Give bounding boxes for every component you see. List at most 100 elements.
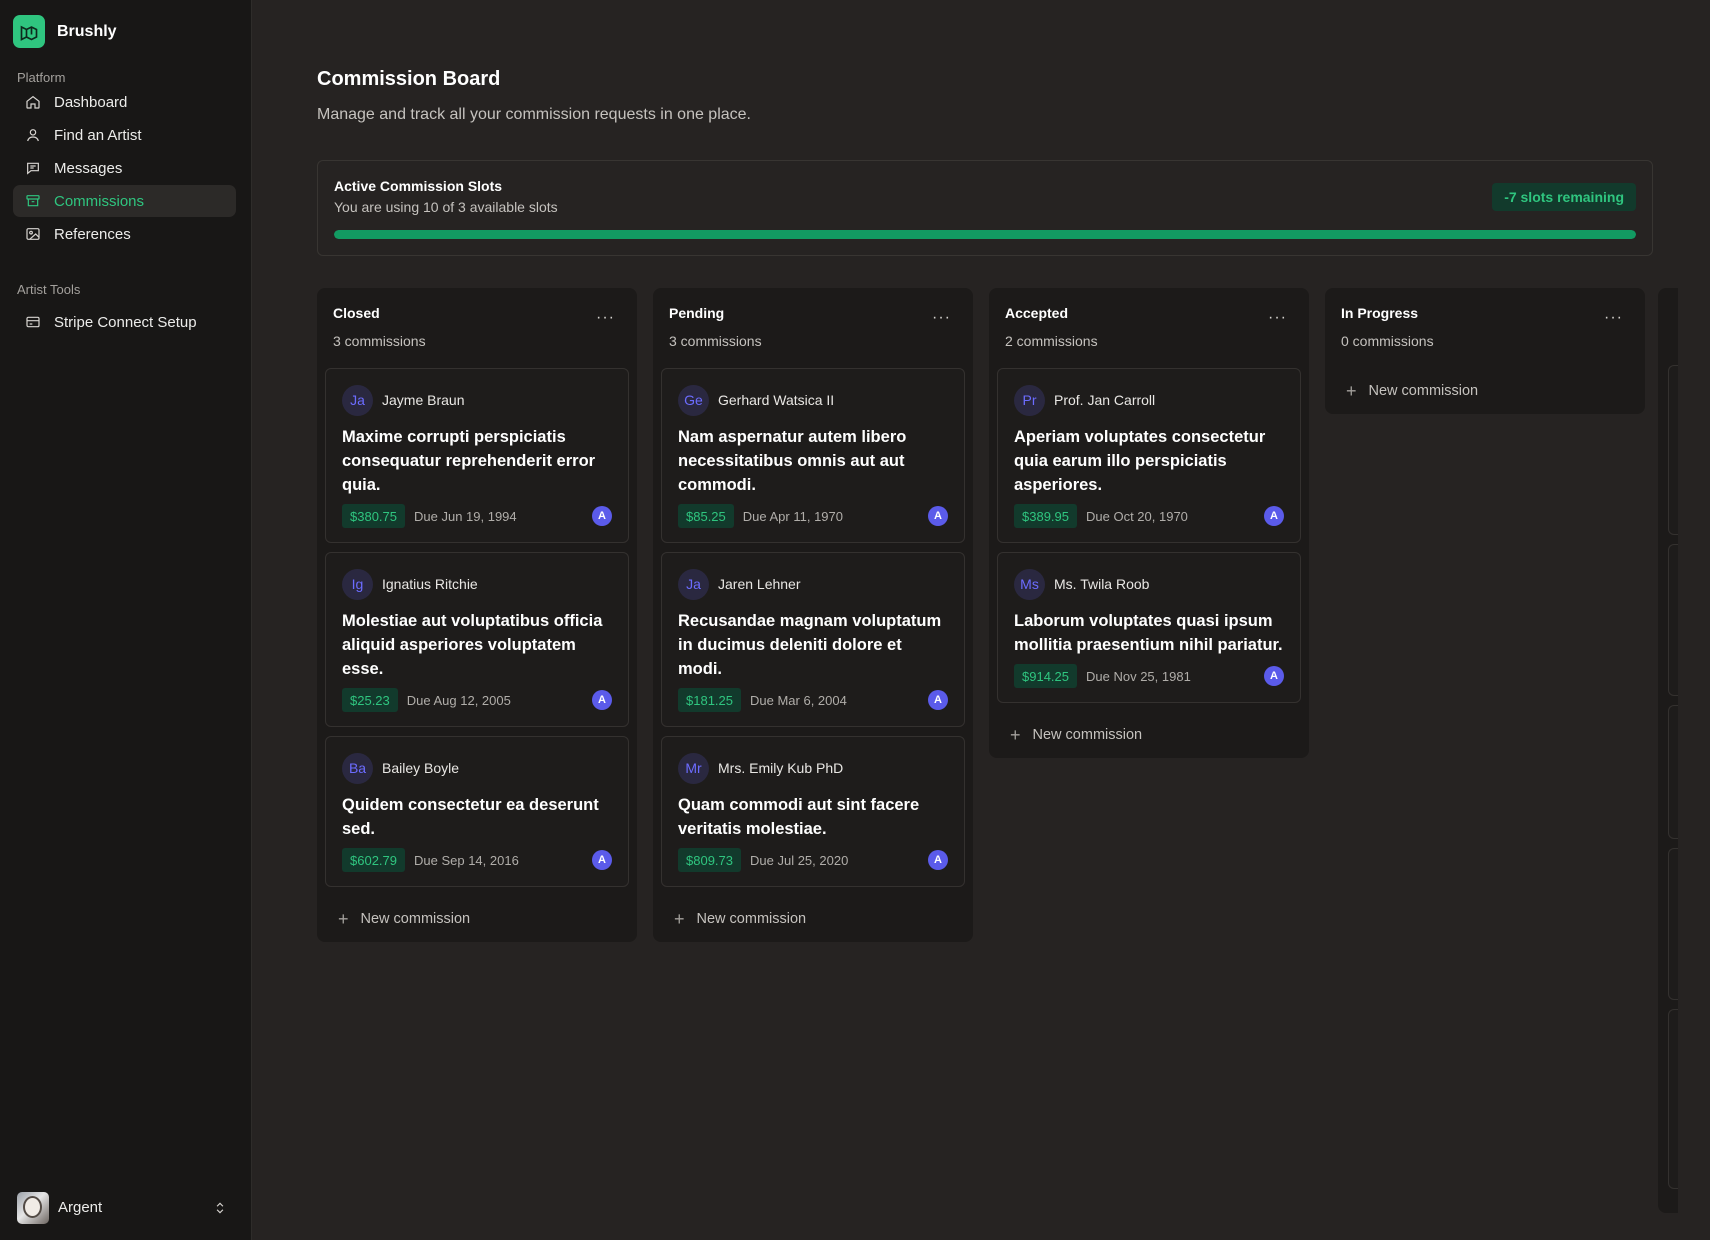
new-commission-button[interactable]: + New commission [317, 896, 637, 942]
main-content: Commission Board Manage and track all yo… [252, 0, 1710, 1240]
commission-title: Recusandae magnam voluptatum in ducimus … [678, 612, 942, 678]
brand[interactable]: Brushly [13, 15, 117, 48]
board-column-1: Closed 3 commissions ··· Ja Jayme Braun Maxim… [317, 288, 637, 942]
client-row: Ge Gerhard Watsica II [678, 384, 948, 416]
assignee-avatar: A [592, 506, 612, 526]
column-header: In Progress 0 commissions ··· [1325, 288, 1645, 368]
commission-meta: $389.95 Due Oct 20, 1970 A [1014, 504, 1284, 528]
assignee-avatar: A [592, 850, 612, 870]
image-icon [26, 228, 40, 240]
price-badge: $914.25 [1014, 664, 1077, 688]
sidebar-item-stripe-connect[interactable]: Stripe Connect Setup [13, 306, 236, 338]
client-avatar: Ge [678, 384, 709, 416]
credit-card-icon [26, 316, 40, 328]
column-count: 3 commissions [333, 333, 426, 349]
sidebar-item-dashboard[interactable]: Dashboard [13, 86, 236, 118]
sidebar-item-references[interactable]: References [13, 218, 236, 250]
assignee-avatar: A [1264, 506, 1284, 526]
due-date: Due Nov 25, 1981 [1086, 668, 1191, 684]
price-badge: $602.79 [342, 848, 405, 872]
slots-remaining-badge: -7 slots remaining [1492, 183, 1636, 211]
chevron-up-down-icon [216, 1202, 224, 1213]
assignee-avatar: A [592, 690, 612, 710]
sidebar-item-label: Stripe Connect Setup [54, 313, 197, 331]
sidebar-item-label: Commissions [54, 192, 145, 210]
card-stub [1668, 544, 1678, 696]
client-name: Gerhard Watsica II [718, 392, 835, 408]
user-icon [27, 129, 39, 142]
commission-card[interactable]: Ba Bailey Boyle Quidem consectetur ea dese… [325, 736, 629, 887]
commission-title: Maxime corrupti perspiciatis consequatur… [342, 428, 596, 494]
column-title: Closed [333, 305, 380, 321]
commission-title: Molestiae aut voluptatibus officia aliqu… [342, 612, 603, 678]
new-commission-button[interactable]: + New commission [989, 712, 1309, 758]
commission-meta: $809.73 Due Jul 25, 2020 A [678, 848, 948, 872]
price-badge: $181.25 [678, 688, 741, 712]
sidebar-item-commissions[interactable]: Commissions [13, 185, 236, 217]
price-badge: $85.25 [678, 504, 734, 528]
client-row: Mr Mrs. Emily Kub PhD [678, 752, 948, 784]
commission-card[interactable]: Ms Ms. Twila Roob Laborum voluptates quasi… [997, 552, 1301, 703]
client-avatar: Pr [1014, 384, 1045, 416]
column-count: 3 commissions [669, 333, 762, 349]
sidebar: Brushly Platform Dashboard Find an Artis… [0, 0, 252, 1240]
price-badge: $389.95 [1014, 504, 1077, 528]
chat-icon [27, 162, 39, 175]
client-row: Pr Prof. Jan Carroll [1014, 384, 1284, 416]
column-title: In Progress [1341, 305, 1419, 321]
new-commission-button[interactable]: + New commission [1325, 368, 1645, 414]
assignee-avatar: A [928, 850, 948, 870]
board-column-partial [1658, 288, 1678, 1213]
client-row: Ig Ignatius Ritchie [342, 568, 612, 600]
commission-card[interactable]: Ge Gerhard Watsica II Nam aspernatur autem… [661, 368, 965, 543]
column-title: Pending [669, 305, 725, 321]
price-badge: $25.23 [342, 688, 398, 712]
sidebar-item-messages[interactable]: Messages [13, 152, 236, 184]
column-menu-icon[interactable]: ··· [1604, 309, 1623, 327]
slots-title: Active Commission Slots [334, 178, 503, 194]
column-count: 2 commissions [1005, 333, 1098, 349]
new-commission-label: New commission [1032, 727, 1143, 743]
archive-icon [26, 195, 40, 207]
commission-slots-panel: Active Commission Slots You are using 10… [317, 160, 1653, 256]
sidebar-item-find-artist[interactable]: Find an Artist [13, 119, 236, 151]
client-avatar: Ja [678, 568, 709, 600]
client-row: Ms Ms. Twila Roob [1014, 568, 1284, 600]
commission-card[interactable]: Ja Jaren Lehner Recusandae magnam voluptat… [661, 552, 965, 727]
client-name: Prof. Jan Carroll [1054, 392, 1156, 408]
assignee-avatar: A [928, 690, 948, 710]
column-menu-icon[interactable]: ··· [1268, 309, 1287, 327]
due-date: Due Jun 19, 1994 [414, 508, 517, 524]
commission-meta: $181.25 Due Mar 6, 2004 A [678, 688, 948, 712]
column-menu-icon[interactable]: ··· [932, 309, 951, 327]
client-name: Mrs. Emily Kub PhD [718, 760, 844, 776]
new-commission-label: New commission [360, 911, 471, 927]
card-stub [1668, 365, 1678, 535]
sidebar-item-label: Find an Artist [54, 126, 142, 144]
slots-progress-fill [334, 230, 1636, 239]
commission-meta: $85.25 Due Apr 11, 1970 A [678, 504, 948, 528]
group-label-platform: Platform [17, 70, 66, 85]
column-header: Pending 3 commissions ··· [653, 288, 973, 368]
commission-card[interactable]: Ja Jayme Braun Maxime corrupti perspiciati… [325, 368, 629, 543]
avatar [17, 1191, 49, 1224]
plus-icon: + [338, 909, 349, 929]
column-menu-icon[interactable]: ··· [596, 309, 615, 327]
commission-title: Quidem consectetur ea deserunt sed. [342, 796, 599, 838]
plus-icon: + [1010, 725, 1021, 745]
assignee-avatar: A [928, 506, 948, 526]
client-name: Jayme Braun [382, 392, 465, 408]
column-title: Accepted [1005, 305, 1069, 321]
plus-icon: + [674, 909, 685, 929]
brand-logo-icon [13, 15, 45, 48]
commission-title: Aperiam voluptates consectetur quia earu… [1014, 428, 1266, 494]
due-date: Due Sep 14, 2016 [414, 852, 519, 868]
commission-card[interactable]: Ig Ignatius Ritchie Molestiae aut voluptat… [325, 552, 629, 727]
commission-card[interactable]: Pr Prof. Jan Carroll Aperiam voluptates co… [997, 368, 1301, 543]
new-commission-button[interactable]: + New commission [653, 896, 973, 942]
user-menu[interactable]: Argent [17, 1191, 227, 1224]
commission-card[interactable]: Mr Mrs. Emily Kub PhD Quam commodi aut sin… [661, 736, 965, 887]
sidebar-item-label: References [54, 225, 131, 243]
commission-meta: $602.79 Due Sep 14, 2016 A [342, 848, 612, 872]
commission-title: Nam aspernatur autem libero necessitatib… [678, 428, 907, 494]
